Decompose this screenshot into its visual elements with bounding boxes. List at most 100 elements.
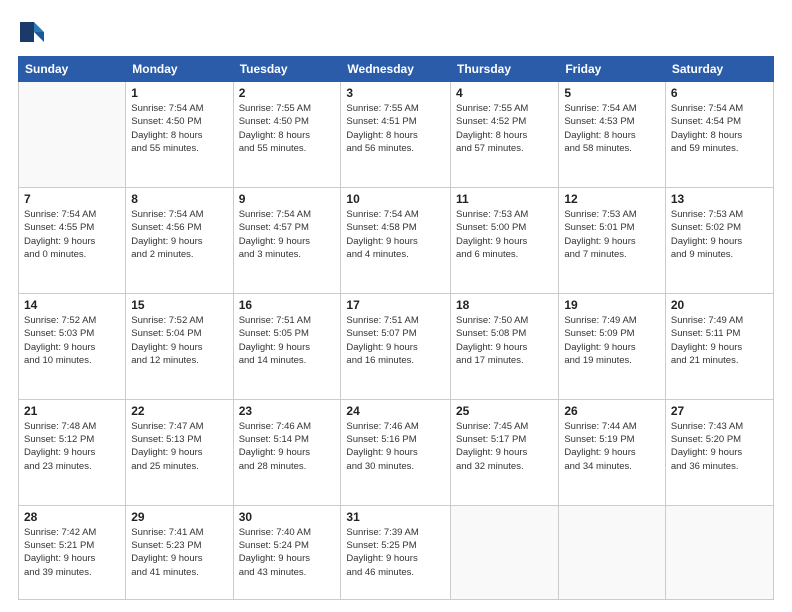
calendar-cell: 16 Sunrise: 7:51 AM Sunset: 5:05 PM Dayli…	[233, 293, 341, 399]
calendar-header-sunday: Sunday	[19, 57, 126, 82]
calendar-header-row: SundayMondayTuesdayWednesdayThursdayFrid…	[19, 57, 774, 82]
calendar-cell: 10 Sunrise: 7:54 AM Sunset: 4:58 PM Dayli…	[341, 187, 451, 293]
calendar-cell: 19 Sunrise: 7:49 AM Sunset: 5:09 PM Dayli…	[559, 293, 666, 399]
day-info: Sunrise: 7:42 AM Sunset: 5:21 PM Dayligh…	[24, 526, 120, 579]
day-info: Sunrise: 7:54 AM Sunset: 4:55 PM Dayligh…	[24, 208, 120, 261]
day-number: 28	[24, 510, 120, 524]
day-info: Sunrise: 7:55 AM Sunset: 4:51 PM Dayligh…	[346, 102, 445, 155]
day-info: Sunrise: 7:46 AM Sunset: 5:16 PM Dayligh…	[346, 420, 445, 473]
day-number: 18	[456, 298, 553, 312]
day-number: 9	[239, 192, 336, 206]
day-info: Sunrise: 7:55 AM Sunset: 4:50 PM Dayligh…	[239, 102, 336, 155]
calendar-header-friday: Friday	[559, 57, 666, 82]
calendar-cell: 13 Sunrise: 7:53 AM Sunset: 5:02 PM Dayli…	[665, 187, 773, 293]
day-info: Sunrise: 7:39 AM Sunset: 5:25 PM Dayligh…	[346, 526, 445, 579]
day-info: Sunrise: 7:44 AM Sunset: 5:19 PM Dayligh…	[564, 420, 660, 473]
calendar-week-row: 21Sunrise: 7:48 AM Sunset: 5:12 PM Dayli…	[19, 399, 774, 505]
day-number: 23	[239, 404, 336, 418]
day-info: Sunrise: 7:54 AM Sunset: 4:54 PM Dayligh…	[671, 102, 768, 155]
calendar-cell: 6Sunrise: 7:54 AM Sunset: 4:54 PM Daylig…	[665, 82, 773, 188]
calendar-cell: 31 Sunrise: 7:39 AM Sunset: 5:25 PM Dayli…	[341, 505, 451, 599]
day-number: 1	[131, 86, 227, 100]
calendar-cell: 25 Sunrise: 7:45 AM Sunset: 5:17 PM Dayli…	[451, 399, 559, 505]
calendar-cell: 23 Sunrise: 7:46 AM Sunset: 5:14 PM Dayli…	[233, 399, 341, 505]
day-number: 10	[346, 192, 445, 206]
calendar-cell: 15 Sunrise: 7:52 AM Sunset: 5:04 PM Dayli…	[126, 293, 233, 399]
day-number: 13	[671, 192, 768, 206]
calendar-cell: 7 Sunrise: 7:54 AM Sunset: 4:55 PM Daylig…	[19, 187, 126, 293]
day-number: 12	[564, 192, 660, 206]
calendar-header-wednesday: Wednesday	[341, 57, 451, 82]
day-number: 7	[24, 192, 120, 206]
day-number: 20	[671, 298, 768, 312]
calendar-cell: 11 Sunrise: 7:53 AM Sunset: 5:00 PM Dayli…	[451, 187, 559, 293]
day-number: 25	[456, 404, 553, 418]
day-number: 2	[239, 86, 336, 100]
day-number: 8	[131, 192, 227, 206]
calendar-cell: 5 Sunrise: 7:54 AM Sunset: 4:53 PM Daylig…	[559, 82, 666, 188]
day-number: 29	[131, 510, 227, 524]
calendar-header-thursday: Thursday	[451, 57, 559, 82]
calendar-cell: 3Sunrise: 7:55 AM Sunset: 4:51 PM Daylig…	[341, 82, 451, 188]
calendar-header-monday: Monday	[126, 57, 233, 82]
day-number: 14	[24, 298, 120, 312]
calendar-cell	[665, 505, 773, 599]
day-info: Sunrise: 7:45 AM Sunset: 5:17 PM Dayligh…	[456, 420, 553, 473]
day-info: Sunrise: 7:54 AM Sunset: 4:50 PM Dayligh…	[131, 102, 227, 155]
day-info: Sunrise: 7:43 AM Sunset: 5:20 PM Dayligh…	[671, 420, 768, 473]
day-info: Sunrise: 7:50 AM Sunset: 5:08 PM Dayligh…	[456, 314, 553, 367]
day-info: Sunrise: 7:46 AM Sunset: 5:14 PM Dayligh…	[239, 420, 336, 473]
logo	[18, 18, 48, 46]
day-info: Sunrise: 7:54 AM Sunset: 4:53 PM Dayligh…	[564, 102, 660, 155]
day-info: Sunrise: 7:51 AM Sunset: 5:05 PM Dayligh…	[239, 314, 336, 367]
day-info: Sunrise: 7:53 AM Sunset: 5:00 PM Dayligh…	[456, 208, 553, 261]
day-number: 26	[564, 404, 660, 418]
calendar-cell: 8 Sunrise: 7:54 AM Sunset: 4:56 PM Daylig…	[126, 187, 233, 293]
day-info: Sunrise: 7:54 AM Sunset: 4:56 PM Dayligh…	[131, 208, 227, 261]
calendar-header-saturday: Saturday	[665, 57, 773, 82]
calendar-cell: 17Sunrise: 7:51 AM Sunset: 5:07 PM Dayli…	[341, 293, 451, 399]
calendar-week-row: 28 Sunrise: 7:42 AM Sunset: 5:21 PM Dayli…	[19, 505, 774, 599]
day-info: Sunrise: 7:49 AM Sunset: 5:11 PM Dayligh…	[671, 314, 768, 367]
day-number: 11	[456, 192, 553, 206]
day-number: 31	[346, 510, 445, 524]
calendar-cell: 4Sunrise: 7:55 AM Sunset: 4:52 PM Daylig…	[451, 82, 559, 188]
calendar-cell	[451, 505, 559, 599]
calendar-cell: 21Sunrise: 7:48 AM Sunset: 5:12 PM Dayli…	[19, 399, 126, 505]
calendar-cell	[19, 82, 126, 188]
calendar-cell: 1 Sunrise: 7:54 AM Sunset: 4:50 PM Daylig…	[126, 82, 233, 188]
day-number: 16	[239, 298, 336, 312]
day-number: 22	[131, 404, 227, 418]
calendar-week-row: 14 Sunrise: 7:52 AM Sunset: 5:03 PM Dayli…	[19, 293, 774, 399]
calendar-cell: 24 Sunrise: 7:46 AM Sunset: 5:16 PM Dayli…	[341, 399, 451, 505]
day-info: Sunrise: 7:55 AM Sunset: 4:52 PM Dayligh…	[456, 102, 553, 155]
logo-icon	[18, 18, 46, 46]
day-info: Sunrise: 7:54 AM Sunset: 4:58 PM Dayligh…	[346, 208, 445, 261]
calendar-page: SundayMondayTuesdayWednesdayThursdayFrid…	[0, 0, 792, 612]
header	[18, 18, 774, 46]
day-info: Sunrise: 7:40 AM Sunset: 5:24 PM Dayligh…	[239, 526, 336, 579]
calendar-cell: 9 Sunrise: 7:54 AM Sunset: 4:57 PM Daylig…	[233, 187, 341, 293]
day-number: 5	[564, 86, 660, 100]
day-info: Sunrise: 7:53 AM Sunset: 5:01 PM Dayligh…	[564, 208, 660, 261]
calendar-week-row: 7 Sunrise: 7:54 AM Sunset: 4:55 PM Daylig…	[19, 187, 774, 293]
calendar-week-row: 1 Sunrise: 7:54 AM Sunset: 4:50 PM Daylig…	[19, 82, 774, 188]
day-info: Sunrise: 7:47 AM Sunset: 5:13 PM Dayligh…	[131, 420, 227, 473]
calendar-cell: 29Sunrise: 7:41 AM Sunset: 5:23 PM Dayli…	[126, 505, 233, 599]
calendar-cell: 26 Sunrise: 7:44 AM Sunset: 5:19 PM Dayli…	[559, 399, 666, 505]
day-info: Sunrise: 7:54 AM Sunset: 4:57 PM Dayligh…	[239, 208, 336, 261]
day-info: Sunrise: 7:49 AM Sunset: 5:09 PM Dayligh…	[564, 314, 660, 367]
day-number: 30	[239, 510, 336, 524]
day-number: 24	[346, 404, 445, 418]
day-info: Sunrise: 7:52 AM Sunset: 5:04 PM Dayligh…	[131, 314, 227, 367]
day-info: Sunrise: 7:51 AM Sunset: 5:07 PM Dayligh…	[346, 314, 445, 367]
day-number: 19	[564, 298, 660, 312]
calendar-cell: 12 Sunrise: 7:53 AM Sunset: 5:01 PM Dayli…	[559, 187, 666, 293]
day-number: 15	[131, 298, 227, 312]
calendar-cell: 22 Sunrise: 7:47 AM Sunset: 5:13 PM Dayli…	[126, 399, 233, 505]
calendar-cell	[559, 505, 666, 599]
calendar-cell: 18 Sunrise: 7:50 AM Sunset: 5:08 PM Dayli…	[451, 293, 559, 399]
day-info: Sunrise: 7:52 AM Sunset: 5:03 PM Dayligh…	[24, 314, 120, 367]
calendar-cell: 27Sunrise: 7:43 AM Sunset: 5:20 PM Dayli…	[665, 399, 773, 505]
day-info: Sunrise: 7:53 AM Sunset: 5:02 PM Dayligh…	[671, 208, 768, 261]
